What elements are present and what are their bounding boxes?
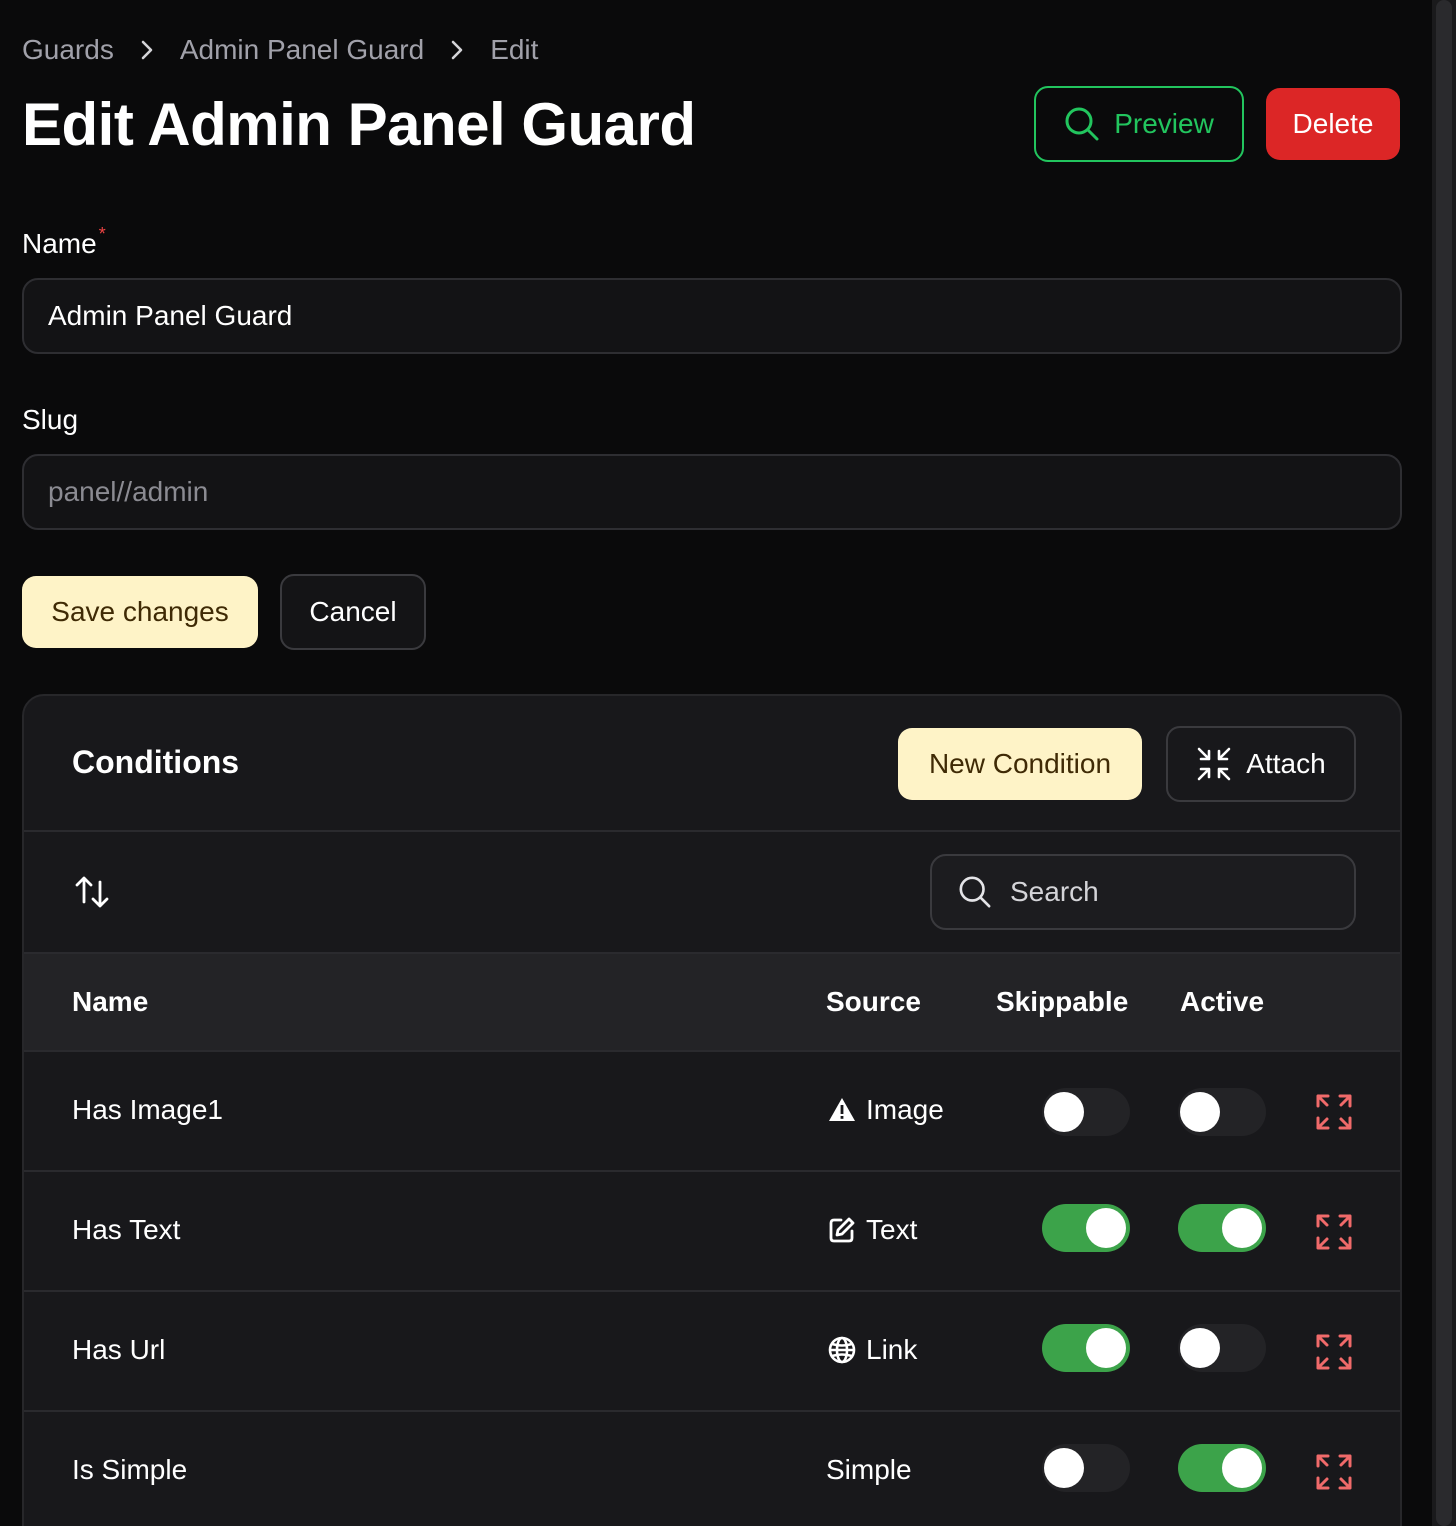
preview-button[interactable]: Preview xyxy=(1034,86,1244,162)
active-toggle[interactable] xyxy=(1178,1204,1266,1252)
attach-label: Attach xyxy=(1246,748,1326,779)
page-scrollbar-thumb[interactable] xyxy=(1436,0,1452,1526)
conditions-toolbar: Search xyxy=(24,832,1400,954)
preview-label: Preview xyxy=(1114,108,1214,139)
condition-source: Simple xyxy=(826,1454,912,1486)
conditions-title: Conditions xyxy=(72,744,240,780)
condition-source-label: Simple xyxy=(826,1454,912,1485)
column-source[interactable]: Source xyxy=(826,986,921,1018)
page-scrollbar-track[interactable] xyxy=(1432,0,1456,1526)
globe-icon xyxy=(828,1336,856,1364)
collapse-arrows-icon xyxy=(1196,746,1232,782)
column-name[interactable]: Name xyxy=(72,986,148,1018)
slug-label: Slug xyxy=(22,404,79,435)
table-row[interactable]: Is Simple Simple xyxy=(24,1412,1400,1526)
skippable-toggle[interactable] xyxy=(1042,1204,1130,1252)
condition-source-label: Text xyxy=(866,1214,918,1245)
save-changes-button[interactable]: Save changes xyxy=(22,576,258,648)
breadcrumb-edit: Edit xyxy=(490,34,539,65)
condition-name: Has Url xyxy=(72,1334,166,1365)
breadcrumb-guard[interactable]: Admin Panel Guard xyxy=(180,34,424,66)
required-mark: * xyxy=(98,224,106,244)
column-skippable[interactable]: Skippable xyxy=(996,986,1128,1018)
condition-source-label: Link xyxy=(866,1334,918,1365)
toggle-knob xyxy=(1222,1208,1262,1248)
expand-icon[interactable] xyxy=(1314,1212,1354,1252)
toggle-knob xyxy=(1044,1092,1084,1132)
table-header: Name Source Skippable Active xyxy=(24,954,1400,1052)
chevron-right-icon xyxy=(450,38,464,62)
skippable-toggle[interactable] xyxy=(1042,1444,1130,1492)
conditions-panel: Conditions New Condition Attach Search N… xyxy=(22,694,1402,1526)
conditions-header: Conditions New Condition Attach xyxy=(24,696,1400,832)
slug-input[interactable]: panel//admin xyxy=(22,454,1402,530)
table-row[interactable]: Has Image1 Image xyxy=(24,1052,1400,1172)
toggle-knob xyxy=(1086,1328,1126,1368)
page-title: Edit Admin Panel Guard xyxy=(22,91,696,158)
table-row[interactable]: Has Text Text xyxy=(24,1172,1400,1292)
condition-source-label: Image xyxy=(866,1094,944,1125)
chevron-right-icon xyxy=(140,38,154,62)
condition-source: Image xyxy=(828,1094,944,1126)
warning-icon xyxy=(828,1096,856,1124)
search-icon xyxy=(958,875,992,909)
condition-name: Is Simple xyxy=(72,1454,188,1485)
slug-input-placeholder: panel//admin xyxy=(48,476,209,507)
name-label: Name * xyxy=(22,224,106,260)
condition-name: Has Text xyxy=(72,1214,181,1245)
search-input[interactable]: Search xyxy=(930,854,1356,930)
delete-button[interactable]: Delete xyxy=(1266,88,1400,160)
expand-icon[interactable] xyxy=(1314,1332,1354,1372)
toggle-knob xyxy=(1044,1448,1084,1488)
expand-icon[interactable] xyxy=(1314,1452,1354,1492)
cancel-button[interactable]: Cancel xyxy=(280,574,426,650)
new-condition-button[interactable]: New Condition xyxy=(898,728,1142,800)
breadcrumb-guards[interactable]: Guards xyxy=(22,34,114,66)
toggle-knob xyxy=(1222,1448,1262,1488)
search-icon xyxy=(1064,106,1100,142)
condition-name: Has Image1 xyxy=(72,1094,223,1125)
attach-button[interactable]: Attach xyxy=(1166,726,1356,802)
sort-arrows-icon xyxy=(74,872,110,912)
skippable-toggle[interactable] xyxy=(1042,1088,1130,1136)
name-input-value: Admin Panel Guard xyxy=(48,300,293,331)
skippable-toggle[interactable] xyxy=(1042,1324,1130,1372)
condition-source: Link xyxy=(828,1334,917,1366)
edit-icon xyxy=(828,1216,856,1244)
expand-icon[interactable] xyxy=(1314,1092,1354,1132)
toggle-knob xyxy=(1180,1328,1220,1368)
toggle-knob xyxy=(1086,1208,1126,1248)
breadcrumb: Guards Admin Panel Guard Edit xyxy=(22,34,538,66)
active-toggle[interactable] xyxy=(1178,1444,1266,1492)
active-toggle[interactable] xyxy=(1178,1324,1266,1372)
sort-button[interactable] xyxy=(72,870,112,914)
table-row[interactable]: Has Url Link xyxy=(24,1292,1400,1412)
column-active[interactable]: Active xyxy=(1180,986,1264,1018)
name-input[interactable]: Admin Panel Guard xyxy=(22,278,1402,354)
name-label-text: Name xyxy=(22,228,97,259)
toggle-knob xyxy=(1180,1092,1220,1132)
condition-source: Text xyxy=(828,1214,917,1246)
search-placeholder: Search xyxy=(1010,876,1099,907)
active-toggle[interactable] xyxy=(1178,1088,1266,1136)
